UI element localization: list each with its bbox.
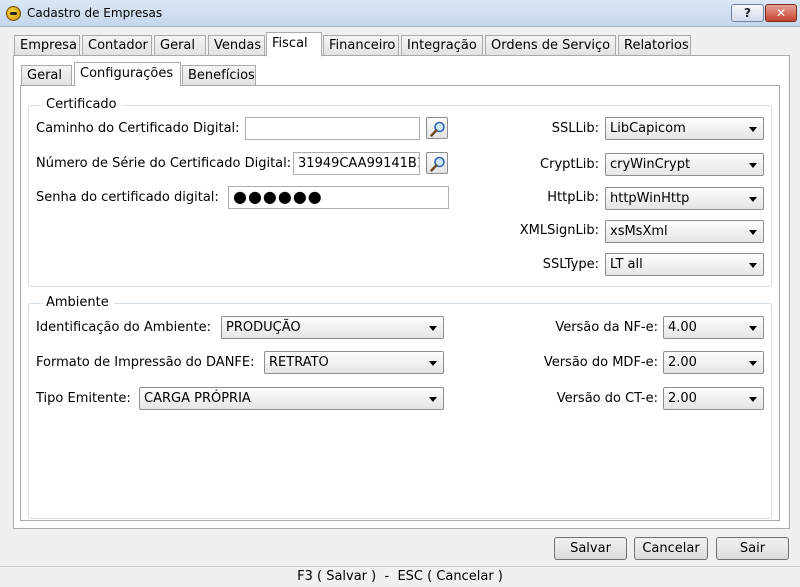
versao-cte-label: Versão do CT-e: <box>556 391 658 406</box>
ssltype-label: SSLType: <box>542 257 599 272</box>
app-icon <box>6 6 21 21</box>
tab-financeiro[interactable]: Financeiro <box>323 35 399 57</box>
salvar-button[interactable]: Salvar <box>554 537 627 560</box>
tab-empresa[interactable]: Empresa <box>14 35 80 57</box>
subtab-geral[interactable]: Geral <box>21 65 72 87</box>
formato-danfe-label: Formato de Impressão do DANFE: <box>36 355 255 370</box>
subtab-beneficios[interactable]: Benefícios <box>182 65 256 87</box>
search-icon <box>430 156 445 172</box>
serie-certificado-label: Número de Série do Certificado Digital: <box>36 156 292 171</box>
certificado-group-title: Certificado <box>41 97 122 112</box>
subtab-configuracoes[interactable]: Configurações <box>74 62 181 87</box>
ambiente-group-title: Ambiente <box>41 295 114 310</box>
caminho-certificado-label: Caminho do Certificado Digital: <box>36 121 240 136</box>
title-bar: Cadastro de Empresas ? ✕ <box>0 0 800 27</box>
formato-danfe-select[interactable]: RETRATO <box>264 351 444 374</box>
httplib-select[interactable]: httpWinHttp <box>605 187 764 210</box>
caminho-search-button[interactable] <box>426 117 448 139</box>
ssltype-select[interactable]: LT all <box>605 253 764 276</box>
tab-fiscal[interactable]: Fiscal <box>266 32 322 57</box>
versao-nfe-select[interactable]: 4.00 <box>663 316 764 339</box>
identificacao-ambiente-label: Identificação do Ambiente: <box>36 320 212 335</box>
xmlsignlib-label: XMLSignLib: <box>519 223 599 238</box>
status-text: F3 ( Salvar ) - ESC ( Cancelar ) <box>297 569 503 584</box>
versao-nfe-label: Versão da NF-e: <box>555 320 658 335</box>
tab-geral[interactable]: Geral <box>154 35 206 57</box>
senha-certificado-input[interactable]: ●●●●●● <box>228 186 449 209</box>
serie-certificado-input[interactable]: 31949CAA99141B1 <box>293 152 420 175</box>
tab-ordens-de-servico[interactable]: Ordens de Serviço <box>485 35 616 57</box>
senha-certificado-label: Senha do certificado digital: <box>36 190 219 205</box>
status-bar: F3 ( Salvar ) - ESC ( Cancelar ) <box>0 566 800 587</box>
cryptlib-select[interactable]: cryWinCrypt <box>605 153 764 176</box>
tab-vendas[interactable]: Vendas <box>208 35 265 57</box>
search-icon <box>430 121 445 137</box>
serie-search-button[interactable] <box>426 152 448 174</box>
window-title: Cadastro de Empresas <box>27 6 163 20</box>
sair-button[interactable]: Sair <box>716 537 789 560</box>
tipo-emitente-select[interactable]: CARGA PRÓPRIA <box>139 387 444 410</box>
xmlsignlib-select[interactable]: xsMsXml <box>605 220 764 243</box>
help-button[interactable]: ? <box>731 4 764 22</box>
versao-mdfe-label: Versão do MDF-e: <box>543 355 658 370</box>
tab-integracao[interactable]: Integração <box>401 35 483 57</box>
caminho-certificado-input[interactable] <box>245 117 420 140</box>
cancelar-button[interactable]: Cancelar <box>634 537 708 560</box>
close-icon: ✕ <box>775 6 787 20</box>
identificacao-ambiente-select[interactable]: PRODUÇÃO <box>221 316 444 339</box>
httplib-label: HttpLib: <box>547 190 599 205</box>
ssllib-label: SSLLib: <box>551 121 599 136</box>
tipo-emitente-label: Tipo Emitente: <box>36 391 131 406</box>
close-button[interactable]: ✕ <box>765 4 797 22</box>
versao-mdfe-select[interactable]: 2.00 <box>663 351 764 374</box>
ssllib-select[interactable]: LibCapicom <box>605 117 764 140</box>
tab-contador[interactable]: Contador <box>82 35 152 57</box>
tab-relatorios[interactable]: Relatorios <box>618 35 691 57</box>
cryptlib-label: CryptLib: <box>540 157 599 172</box>
versao-cte-select[interactable]: 2.00 <box>663 387 764 410</box>
